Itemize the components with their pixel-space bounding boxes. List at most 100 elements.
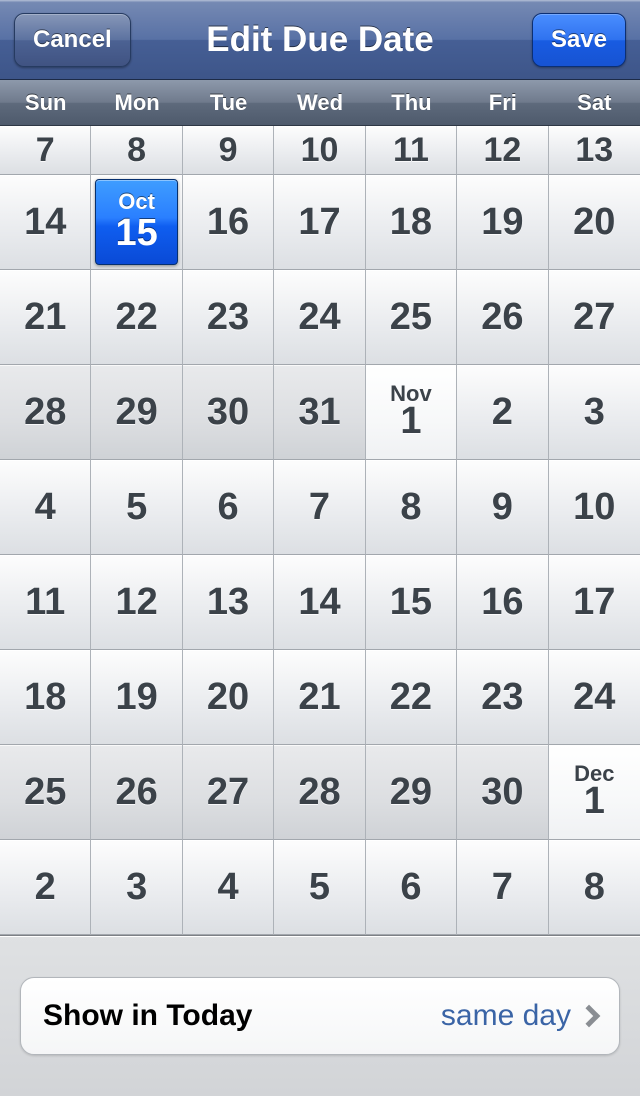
selected-day-label: 15: [115, 212, 157, 255]
calendar-cell[interactable]: 28: [274, 745, 365, 840]
day-number: 24: [573, 676, 615, 719]
calendar-cell[interactable]: 21: [274, 650, 365, 745]
calendar-cell[interactable]: 2: [0, 840, 91, 935]
calendar-cell[interactable]: 24: [274, 270, 365, 365]
calendar-cell[interactable]: 15: [366, 555, 457, 650]
calendar-cell[interactable]: 31: [274, 365, 365, 460]
day-number: 18: [24, 676, 66, 719]
day-number: 14: [298, 581, 340, 624]
calendar-cell[interactable]: 11: [366, 126, 457, 175]
calendar-cell[interactable]: 3: [549, 365, 640, 460]
day-number: 5: [126, 486, 147, 529]
day-number: 29: [390, 771, 432, 814]
calendar-cell[interactable]: 13: [183, 555, 274, 650]
calendar-cell[interactable]: 6: [183, 460, 274, 555]
calendar-cell[interactable]: 17: [549, 555, 640, 650]
day-number: 21: [24, 296, 66, 339]
calendar-cell[interactable]: 30: [183, 365, 274, 460]
day-number: 8: [127, 131, 146, 170]
calendar-cell[interactable]: 23: [457, 650, 548, 745]
weekday-sat: Sat: [549, 80, 640, 125]
calendar-cell[interactable]: Nov1: [366, 365, 457, 460]
day-number: 6: [217, 486, 238, 529]
calendar-cell[interactable]: 14: [0, 175, 91, 270]
calendar-grid: 7891011121314Oct151617181920212223242526…: [0, 126, 640, 935]
calendar-cell[interactable]: 26: [457, 270, 548, 365]
show-in-today-label: Show in Today: [43, 999, 252, 1033]
day-number: 30: [481, 771, 523, 814]
calendar-cell[interactable]: 26: [91, 745, 182, 840]
day-number: 7: [492, 866, 513, 909]
calendar-cell[interactable]: 23: [183, 270, 274, 365]
calendar-cell[interactable]: 16: [457, 555, 548, 650]
calendar-cell[interactable]: 8: [91, 126, 182, 175]
cancel-button[interactable]: Cancel: [14, 13, 131, 67]
calendar-cell[interactable]: 10: [549, 460, 640, 555]
calendar-cell[interactable]: 3: [91, 840, 182, 935]
calendar-cell[interactable]: 27: [549, 270, 640, 365]
day-number: 8: [584, 866, 605, 909]
calendar-cell[interactable]: 22: [366, 650, 457, 745]
day-number: 19: [481, 201, 523, 244]
calendar-cell[interactable]: 27: [183, 745, 274, 840]
calendar-cell[interactable]: 12: [91, 555, 182, 650]
day-number: 17: [298, 201, 340, 244]
calendar-cell[interactable]: 5: [91, 460, 182, 555]
calendar-cell[interactable]: 8: [366, 460, 457, 555]
save-label: Save: [551, 26, 607, 54]
day-number: 20: [573, 201, 615, 244]
day-number: 22: [115, 296, 157, 339]
navbar: Cancel Edit Due Date Save: [0, 0, 640, 80]
calendar-cell[interactable]: 7: [274, 460, 365, 555]
day-number: 27: [207, 771, 249, 814]
calendar-cell[interactable]: 19: [457, 175, 548, 270]
calendar-cell[interactable]: 4: [0, 460, 91, 555]
day-number: 7: [309, 486, 330, 529]
calendar-cell[interactable]: 7: [457, 840, 548, 935]
calendar-cell[interactable]: 24: [549, 650, 640, 745]
calendar-cell[interactable]: 10: [274, 126, 365, 175]
calendar-cell[interactable]: 20: [549, 175, 640, 270]
calendar-cell[interactable]: 9: [457, 460, 548, 555]
calendar-cell[interactable]: 19: [91, 650, 182, 745]
calendar-cell[interactable]: 14: [274, 555, 365, 650]
day-number: 28: [24, 391, 66, 434]
day-number: 5: [309, 866, 330, 909]
calendar-cell[interactable]: 18: [0, 650, 91, 745]
calendar-cell[interactable]: 8: [549, 840, 640, 935]
calendar-cell[interactable]: 9: [183, 126, 274, 175]
save-button[interactable]: Save: [532, 13, 626, 67]
calendar-cell[interactable]: 11: [0, 555, 91, 650]
calendar-cell[interactable]: 28: [0, 365, 91, 460]
day-number: 17: [573, 581, 615, 624]
calendar-cell[interactable]: 25: [366, 270, 457, 365]
calendar-cell[interactable]: 2: [457, 365, 548, 460]
calendar-cell[interactable]: 22: [91, 270, 182, 365]
day-number: 25: [390, 296, 432, 339]
calendar-cell[interactable]: Dec1: [549, 745, 640, 840]
calendar-cell[interactable]: 29: [91, 365, 182, 460]
calendar-cell[interactable]: 12: [457, 126, 548, 175]
day-number: 11: [393, 131, 429, 170]
calendar-cell[interactable]: 21: [0, 270, 91, 365]
day-number: 13: [207, 581, 249, 624]
calendar-cell[interactable]: 7: [0, 126, 91, 175]
calendar-cell[interactable]: 29: [366, 745, 457, 840]
calendar-cell[interactable]: 25: [0, 745, 91, 840]
calendar-cell[interactable]: 18: [366, 175, 457, 270]
calendar-cell[interactable]: 20: [183, 650, 274, 745]
day-number: 29: [115, 391, 157, 434]
weekday-header: Sun Mon Tue Wed Thu Fri Sat: [0, 80, 640, 126]
day-number: 26: [481, 296, 523, 339]
calendar-cell[interactable]: 17: [274, 175, 365, 270]
calendar-cell[interactable]: Oct15: [91, 175, 182, 270]
calendar-cell[interactable]: 4: [183, 840, 274, 935]
show-in-today-row[interactable]: Show in Today same day: [20, 977, 620, 1055]
calendar-cell[interactable]: 13: [549, 126, 640, 175]
weekday-tue: Tue: [183, 80, 274, 125]
calendar-cell[interactable]: 30: [457, 745, 548, 840]
calendar-cell[interactable]: 6: [366, 840, 457, 935]
calendar-cell[interactable]: 5: [274, 840, 365, 935]
calendar-cell[interactable]: 16: [183, 175, 274, 270]
show-in-today-value-text: same day: [441, 999, 571, 1033]
